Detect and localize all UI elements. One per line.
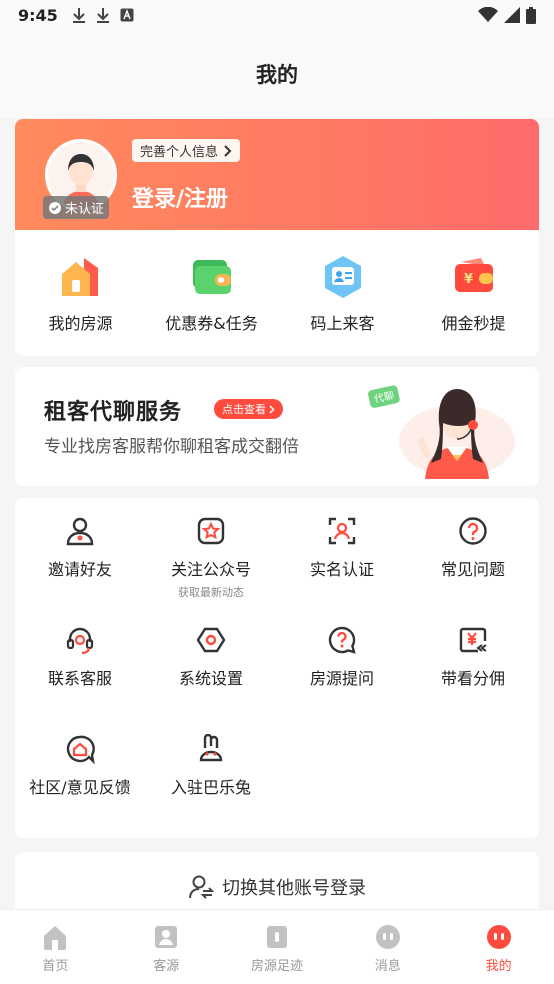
- tool-label: 系统设置: [178, 669, 243, 688]
- quick-action-commission[interactable]: ¥ 佣金秒提: [409, 254, 539, 334]
- tab-label: 首页: [42, 959, 69, 974]
- tool-label: 邀请好友: [47, 560, 112, 579]
- font-icon: [120, 8, 134, 22]
- house-icon: [61, 258, 98, 296]
- feedback-icon: [66, 735, 95, 764]
- verify-gear-icon: [49, 201, 61, 214]
- wallet-icon: [192, 260, 231, 294]
- tool-follow-account[interactable]: 关注公众号 获取最新动态: [146, 515, 276, 600]
- switch-user-icon: [189, 875, 214, 899]
- download-icon: [96, 8, 109, 23]
- tool-invite-friends[interactable]: 邀请好友: [15, 515, 145, 580]
- banner-view-button[interactable]: 点击查看: [214, 399, 283, 419]
- tab-customers[interactable]: 客源: [111, 910, 222, 984]
- customer-icon: [155, 926, 178, 948]
- question-bubble-icon: [328, 626, 356, 654]
- quick-action-my-listings[interactable]: 我的房源: [16, 254, 146, 334]
- svg-text:¥: ¥: [464, 272, 473, 287]
- download-icon: [72, 8, 85, 23]
- banner-title: 租客代聊服务: [44, 400, 183, 425]
- profile-card: 未认证 完善个人信息 登录/注册 我的房源 优惠券&任务 码上来客 ¥ 佣金秒提: [15, 119, 539, 356]
- bottom-tab-bar: 首页 客源 房源足迹 消息 我的: [0, 909, 554, 984]
- tab-label: 房源足迹: [250, 959, 303, 974]
- tool-contact-support[interactable]: 联系客服: [15, 624, 145, 689]
- status-time: 9:45: [18, 5, 58, 25]
- quick-action-qr-customers[interactable]: 码上来客: [278, 254, 408, 334]
- banner-view-label: 点击查看: [222, 403, 266, 416]
- login-register-link[interactable]: 登录/注册: [132, 181, 228, 213]
- chat-service-banner[interactable]: 租客代聊服务 点击查看 专业找房客服帮你聊租客成交翻倍 代聊: [15, 367, 539, 486]
- tab-footprint[interactable]: 房源足迹: [222, 910, 333, 984]
- tool-label: 入驻巴乐兔: [170, 778, 251, 797]
- tool-label: 实名认证: [309, 560, 374, 579]
- wifi-icon: [478, 7, 498, 22]
- customer-service-illustration: 代聊: [368, 385, 515, 479]
- tab-label: 我的: [485, 959, 512, 974]
- face-scan-icon: [328, 517, 356, 545]
- invite-user-icon: [66, 517, 94, 546]
- tool-sublabel: 获取最新动态: [178, 586, 244, 599]
- settings-icon: [196, 627, 226, 653]
- home-icon: [44, 926, 67, 950]
- tool-label: 带看分佣: [440, 669, 505, 688]
- verify-badge[interactable]: 未认证: [43, 196, 110, 219]
- question-icon: [459, 517, 487, 545]
- message-icon: [375, 925, 400, 949]
- quick-actions: 我的房源 优惠券&任务 码上来客 ¥ 佣金秒提: [15, 230, 539, 334]
- me-icon: [486, 925, 511, 949]
- yen-wallet-icon: ¥: [454, 258, 493, 292]
- tool-label: 房源提问: [309, 669, 374, 688]
- tool-label: 关注公众号: [170, 560, 251, 579]
- tool-community-feedback[interactable]: 社区/意见反馈: [15, 733, 145, 798]
- quick-action-label: 佣金秒提: [441, 314, 506, 333]
- chevron-right-icon: [224, 144, 232, 157]
- headset-icon: [66, 627, 94, 655]
- footprint-icon: [266, 926, 287, 948]
- tool-listing-questions[interactable]: 房源提问: [277, 624, 407, 689]
- rabbit-icon: [199, 734, 223, 762]
- tool-viewing-commission[interactable]: 带看分佣: [408, 624, 538, 689]
- complete-info-label: 完善个人信息: [140, 145, 219, 160]
- quick-action-label: 码上来客: [310, 314, 375, 333]
- quick-action-label: 优惠券&任务: [165, 314, 258, 333]
- tab-me[interactable]: 我的: [443, 910, 554, 984]
- tools-grid: 邀请好友 关注公众号 获取最新动态 实名认证 常见问题 联系客服 系统设置 房源…: [15, 498, 539, 838]
- tab-home[interactable]: 首页: [0, 910, 111, 984]
- tool-label: 常见问题: [440, 560, 505, 579]
- signal-icon: [504, 7, 520, 23]
- tool-real-name-auth[interactable]: 实名认证: [277, 515, 407, 580]
- chevron-right-icon: [269, 404, 275, 414]
- tool-faq[interactable]: 常见问题: [408, 515, 538, 580]
- title-bar: 我的: [0, 30, 554, 118]
- page-title: 我的: [256, 63, 298, 87]
- tool-join-baletu[interactable]: 入驻巴乐兔: [146, 733, 276, 798]
- tool-label: 社区/意见反馈: [29, 778, 131, 797]
- quick-action-label: 我的房源: [48, 314, 113, 333]
- banner-subtitle: 专业找房客服帮你聊租客成交翻倍: [44, 437, 299, 457]
- tab-label: 客源: [153, 959, 180, 974]
- commission-icon: [459, 627, 487, 653]
- status-bar: 9:45: [0, 0, 554, 30]
- profile-header[interactable]: 未认证 完善个人信息 登录/注册: [15, 119, 539, 230]
- complete-info-button[interactable]: 完善个人信息: [132, 139, 241, 162]
- battery-icon: [526, 6, 536, 24]
- quick-action-coupons[interactable]: 优惠券&任务: [147, 254, 277, 334]
- verify-badge-label: 未认证: [65, 202, 105, 217]
- star-badge-icon: [197, 517, 225, 545]
- contact-card-icon: [324, 256, 361, 298]
- tab-messages[interactable]: 消息: [332, 910, 443, 984]
- tab-label: 消息: [374, 959, 401, 974]
- tool-label: 联系客服: [47, 669, 112, 688]
- tool-system-settings[interactable]: 系统设置: [146, 624, 276, 689]
